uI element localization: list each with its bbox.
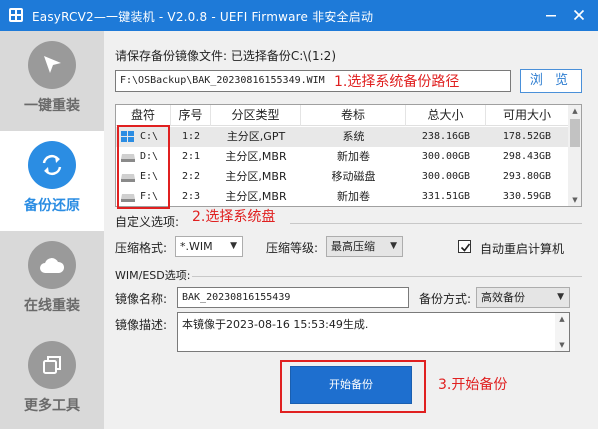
image-desc-label: 镜像描述:	[115, 318, 168, 332]
sidebar: 一键重装 备份还原 在线重装 更多工具	[0, 31, 104, 429]
column-header-index[interactable]: 序号	[171, 105, 211, 126]
auto-restart-label: 自动重启计算机	[480, 242, 565, 256]
compress-format-select[interactable]: *.WIM ▼	[175, 236, 243, 257]
custom-options-label: 自定义选项:	[115, 215, 180, 229]
compress-level-label: 压缩等级:	[266, 241, 319, 255]
chevron-down-icon: ▼	[390, 241, 397, 251]
scroll-up-icon[interactable]: ▲	[555, 313, 569, 325]
save-image-label: 请保存备份镜像文件: 已选择备份C:\(1:2)	[115, 49, 336, 63]
sidebar-item-more-tools[interactable]: 更多工具	[0, 331, 104, 429]
divider	[192, 276, 582, 277]
copy-squares-icon	[28, 341, 76, 389]
refresh-arrows-icon	[28, 141, 76, 189]
textarea-scrollbar[interactable]: ▲ ▼	[555, 313, 569, 351]
compress-format-label: 压缩格式:	[115, 241, 168, 255]
divider	[290, 223, 582, 224]
partition-table: 盘符 序号 分区类型 卷标 总大小 可用大小 C:\ 1:2 主分区,GPT 系…	[115, 104, 582, 207]
sidebar-item-backup-restore[interactable]: 备份还原	[0, 131, 104, 231]
chevron-down-icon: ▼	[230, 241, 237, 251]
column-header-label[interactable]: 卷标	[301, 105, 406, 126]
auto-restart-checkbox[interactable]	[458, 240, 471, 253]
image-name-label: 镜像名称:	[115, 292, 168, 306]
table-row[interactable]: C:\ 1:2 主分区,GPT 系统 238.16GB 178.52GB	[116, 127, 568, 147]
table-scrollbar[interactable]: ▲ ▼	[568, 105, 581, 206]
sidebar-item-one-key-install[interactable]: 一键重装	[0, 31, 104, 131]
sidebar-item-online-install[interactable]: 在线重装	[0, 231, 104, 331]
minimize-icon[interactable]	[540, 5, 562, 25]
window-title: EasyRCV2—一键装机 - V2.0.8 - UEFI Firmware 非…	[32, 10, 374, 24]
image-desc-textarea[interactable]: 本镜像于2023-08-16 15:53:49生成. ▲ ▼	[177, 312, 570, 352]
close-icon[interactable]	[568, 5, 590, 25]
wim-options-label: WIM/ESD选项:	[115, 269, 191, 282]
annotation-box-drive	[117, 125, 170, 209]
table-header: 盘符 序号 分区类型 卷标 总大小 可用大小	[116, 105, 568, 126]
sidebar-item-label: 备份还原	[24, 198, 80, 214]
table-row[interactable]: D:\ 2:1 主分区,MBR 新加卷 300.00GB 298.43GB	[116, 147, 568, 167]
chevron-down-icon: ▼	[557, 292, 564, 302]
scroll-down-icon[interactable]: ▼	[555, 339, 569, 351]
scroll-thumb[interactable]	[570, 119, 580, 147]
app-icon	[9, 8, 23, 22]
sidebar-item-label: 一键重装	[24, 98, 80, 114]
cloud-icon	[28, 241, 76, 289]
sidebar-item-label: 在线重装	[24, 298, 80, 314]
compress-level-select[interactable]: 最高压缩 ▼	[326, 236, 403, 257]
table-row[interactable]: E:\ 2:2 主分区,MBR 移动磁盘 300.00GB 293.80GB	[116, 167, 568, 187]
scroll-down-icon[interactable]: ▼	[568, 194, 581, 206]
backup-panel: 请保存备份镜像文件: 已选择备份C:\(1:2) F:\OSBackup\BAK…	[104, 31, 598, 429]
title-bar: EasyRCV2—一键装机 - V2.0.8 - UEFI Firmware 非…	[0, 0, 598, 31]
annotation-select-disk: 2.选择系统盘	[192, 209, 276, 225]
annotation-select-path: 1.选择系统备份路径	[334, 74, 460, 90]
image-name-input[interactable]: BAK_20230816155439	[177, 287, 409, 308]
annotation-start-backup: 3.开始备份	[438, 377, 508, 393]
sidebar-item-label: 更多工具	[24, 398, 80, 414]
browse-button[interactable]: 浏 览	[520, 69, 582, 93]
backup-mode-label: 备份方式:	[419, 292, 472, 306]
scroll-up-icon[interactable]: ▲	[568, 105, 581, 117]
backup-mode-select[interactable]: 高效备份 ▼	[476, 287, 570, 308]
column-header-free[interactable]: 可用大小	[486, 105, 568, 126]
start-backup-button[interactable]: 开始备份	[290, 366, 412, 404]
cursor-arrow-icon	[28, 41, 76, 89]
column-header-drive[interactable]: 盘符	[116, 105, 171, 126]
column-header-total[interactable]: 总大小	[406, 105, 486, 126]
check-icon	[460, 243, 471, 252]
table-row[interactable]: F:\ 2:3 主分区,MBR 新加卷 331.51GB 330.59GB	[116, 187, 568, 206]
column-header-type[interactable]: 分区类型	[211, 105, 301, 126]
